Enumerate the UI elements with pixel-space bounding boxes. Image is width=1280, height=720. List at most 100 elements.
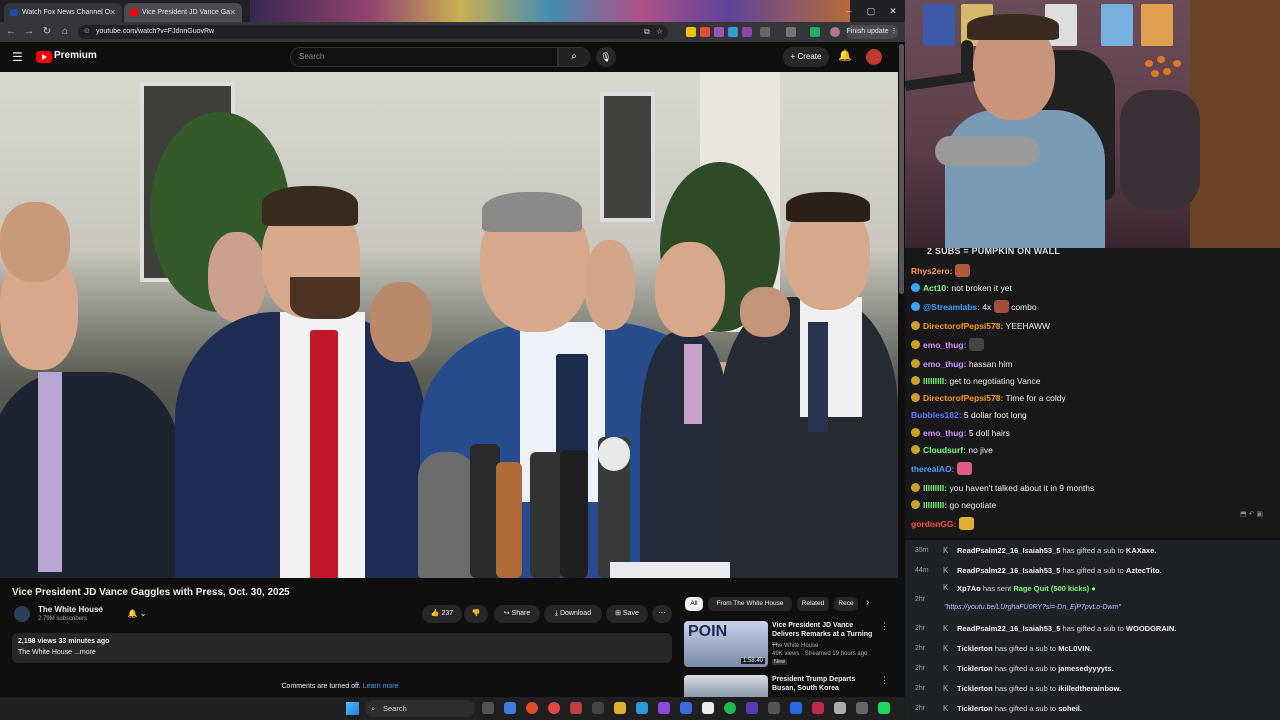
sidebar-icon[interactable] [786,27,796,37]
related-thumbnail[interactable]: POIN 1:58:40 [684,621,768,667]
minimize-window-button[interactable]: – [838,0,860,22]
obs-icon[interactable] [658,702,670,714]
more-vertical-icon[interactable]: ⋮ [880,621,889,632]
save-button[interactable]: ⊞ Save [606,605,648,623]
chrome-icon[interactable] [526,702,538,714]
install-app-icon[interactable]: ⧉ [644,25,650,39]
chat-username[interactable]: lllllllll: [923,483,947,493]
taskbar-app-icon[interactable] [636,702,648,714]
more-actions-button[interactable]: ⋯ [652,605,672,623]
channel-avatar[interactable] [14,606,30,622]
taskbar-app-icon[interactable] [504,702,516,714]
chat-username[interactable]: @Streamlabs: [923,302,980,312]
finish-update-button[interactable]: Finish update ⋮ [846,25,898,39]
chat-username[interactable]: emo_thug: [923,340,966,350]
event-link[interactable]: "https://youtu.be/LUrghaFU0RY?si=-Dn_EjP… [944,604,1121,611]
extension-icon[interactable] [728,27,738,37]
close-window-button[interactable]: ✕ [882,0,904,22]
chat-username[interactable]: DirectorofPepsi578: [923,321,1003,331]
taskbar-app-icon[interactable] [812,702,824,714]
chat-controls[interactable]: ⬒ ↶ ▣ [1240,510,1278,522]
forward-arrow-icon[interactable]: → [22,25,36,39]
chat-username[interactable]: gordonGG: [911,519,956,529]
event-target: AztecTito. [1125,566,1162,575]
event-time: 2hr [915,705,926,712]
taskbar-app-icon[interactable] [746,702,758,714]
share-button[interactable]: ↪ Share [494,605,540,623]
taskbar-app-icon[interactable] [768,702,780,714]
windows-start-icon[interactable] [346,702,359,715]
reload-icon[interactable]: ↻ [40,25,54,39]
taskbar-app-icon[interactable] [834,702,846,714]
browser-tab-fox-news[interactable]: Watch Fox News Channel O ✕ [4,3,122,22]
extension-icon[interactable] [742,27,752,37]
chat-username[interactable]: therealAO: [911,464,954,474]
search-input[interactable]: Search [290,47,558,67]
chip-recent[interactable]: Rece [834,597,858,611]
back-arrow-icon[interactable]: ← [4,25,18,39]
browser-tab-youtube-active[interactable]: Vice President JD Vance Ga ✕ [124,3,242,22]
chat-username[interactable]: lllllllll: [923,500,947,510]
video-player[interactable] [0,72,898,578]
channel-name[interactable]: The White House [38,605,103,614]
scrollbar-thumb[interactable] [899,44,904,294]
extension-icon[interactable] [714,27,724,37]
chat-username[interactable]: Rhys2ero: [911,266,953,276]
extension-icon[interactable] [686,27,696,37]
comments-notice: Comments are turned off. Learn more [0,683,680,690]
extension-icon[interactable] [700,27,710,37]
bookmark-star-icon[interactable]: ☆ [656,25,663,39]
chat-username[interactable]: emo_thug: [923,359,966,369]
extension-icon[interactable] [810,27,820,37]
subscription-bell-button[interactable]: 🔔 ⌄ [120,606,154,622]
chat-username[interactable]: DirectorofPepsi578: [923,393,1003,403]
page-scrollbar[interactable] [898,42,905,697]
learn-more-link[interactable]: Learn more [363,683,399,690]
related-video-item[interactable]: POIN 1:58:40 Vice President JD Vance Del… [684,621,894,669]
video-person-head [370,282,432,362]
chat-username[interactable]: Bubbles182: [911,410,962,420]
profile-avatar-icon[interactable] [830,27,840,37]
task-view-icon[interactable] [482,702,494,714]
close-tab-icon[interactable]: ✕ [229,3,236,22]
related-video-item[interactable]: President Trump Departs Busan, South Kor… [684,675,894,697]
taskbar-app-icon[interactable] [878,702,890,714]
taskbar-app-icon[interactable] [548,702,560,714]
taskbar-app-icon[interactable] [790,702,802,714]
description-box[interactable]: 2,198 views 33 minutes ago The White Hou… [12,633,672,663]
maximize-window-button[interactable]: ▢ [860,0,882,22]
taskbar-app-icon[interactable] [592,702,604,714]
home-icon[interactable]: ⌂ [58,25,72,39]
search-button[interactable]: ⌕ [558,47,590,67]
chat-username[interactable]: Cloudsurf: [923,445,966,455]
notifications-bell-icon[interactable]: 🔔 [838,49,852,65]
spotify-icon[interactable] [724,702,736,714]
chip-from-channel[interactable]: From The White House [708,597,792,611]
create-button[interactable]: + Create [783,47,829,67]
dislike-button[interactable]: 👎 [464,605,488,623]
site-info-icon[interactable]: ⊙ [84,25,90,39]
hamburger-menu-icon[interactable]: ☰ [12,50,26,64]
url-field[interactable]: ⊙ youtube.com/watch?v=FJdnnGuovRw ⧉ ☆ [78,25,668,39]
extensions-puzzle-icon[interactable] [760,27,770,37]
related-thumbnail[interactable] [684,675,768,697]
like-button[interactable]: 👍 237 [422,605,462,623]
voice-search-mic-icon[interactable]: 🎙 [596,47,616,67]
account-avatar[interactable] [866,49,882,65]
chip-all[interactable]: All [685,597,703,611]
chat-username[interactable]: emo_thug: [923,428,966,438]
file-explorer-icon[interactable] [614,702,626,714]
chat-username[interactable]: Act10: [923,283,949,293]
taskbar-app-icon[interactable] [702,702,714,714]
chevron-right-icon[interactable]: › [866,597,869,608]
taskbar-app-icon-active[interactable] [570,702,582,714]
chip-related[interactable]: Related [797,597,829,611]
taskbar-app-icon[interactable] [680,702,692,714]
download-button[interactable]: ⤓ Download [544,605,602,623]
close-tab-icon[interactable]: ✕ [109,3,116,22]
wall-pumpkin [1151,70,1159,77]
taskbar-search[interactable]: ⌕ Search [365,700,475,717]
more-vertical-icon[interactable]: ⋮ [880,675,889,686]
chat-username[interactable]: lllllllll: [923,376,947,386]
taskbar-app-icon[interactable] [856,702,868,714]
